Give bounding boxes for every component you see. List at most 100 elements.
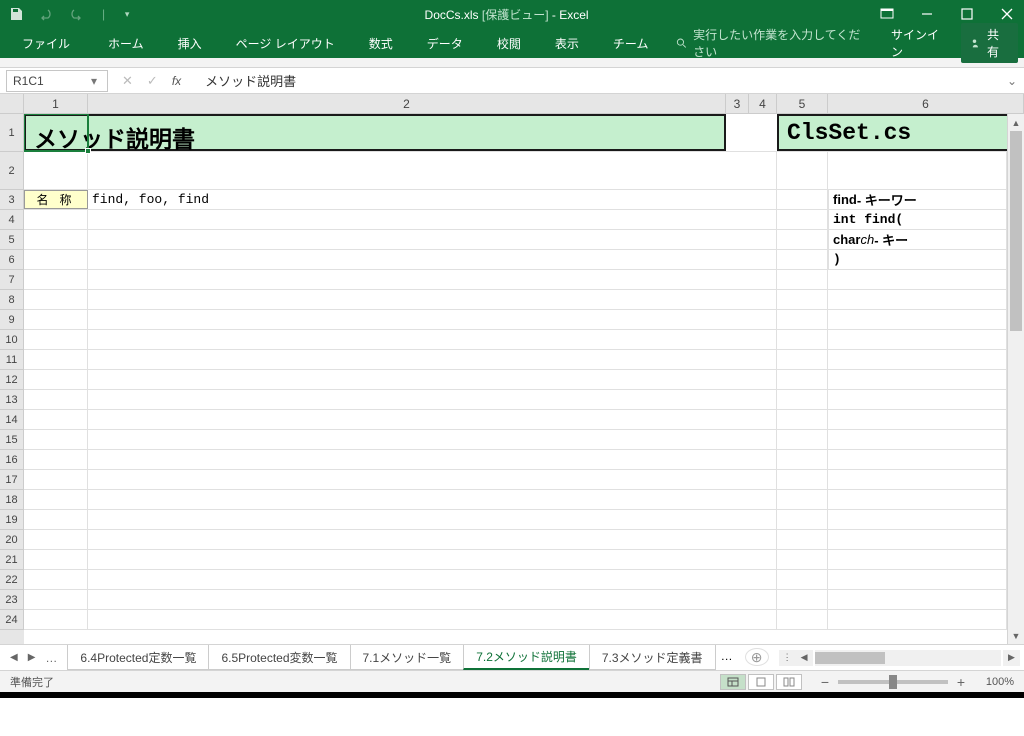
name-box-dropdown-icon[interactable]: ▾	[87, 74, 101, 88]
cell[interactable]	[828, 430, 1007, 449]
cell[interactable]	[828, 450, 1007, 469]
cell[interactable]	[24, 430, 88, 449]
tell-me-search[interactable]: 実行したい作業を入力してください	[666, 26, 873, 60]
tab-overflow-right[interactable]: …	[715, 645, 739, 670]
cell[interactable]	[777, 430, 828, 449]
col-header-4[interactable]: 4	[749, 94, 777, 113]
cell[interactable]	[777, 490, 828, 509]
new-sheet-button[interactable]: ⊕	[745, 648, 769, 666]
cell[interactable]	[777, 550, 828, 569]
scroll-left-icon[interactable]: ◀	[796, 650, 813, 666]
cell[interactable]	[777, 230, 828, 249]
name-box[interactable]: R1C1 ▾	[6, 70, 108, 92]
col-header-6[interactable]: 6	[828, 94, 1024, 113]
cell[interactable]	[828, 390, 1007, 409]
cell[interactable]	[24, 270, 88, 289]
cell[interactable]	[88, 390, 777, 409]
row-header[interactable]: 4	[0, 210, 24, 230]
cell[interactable]	[24, 570, 88, 589]
cell[interactable]	[777, 210, 828, 229]
name-label-cell[interactable]: 名 称	[24, 190, 88, 209]
cell[interactable]	[88, 590, 777, 609]
cell[interactable]	[777, 350, 828, 369]
save-icon[interactable]	[8, 6, 24, 22]
cell[interactable]	[24, 210, 88, 229]
cell[interactable]	[777, 590, 828, 609]
ribbon-tab-data[interactable]: データ	[411, 31, 479, 56]
row-header[interactable]: 18	[0, 490, 24, 510]
ribbon-tab-page-layout[interactable]: ページ レイアウト	[220, 31, 351, 56]
sheet-tab[interactable]: 7.3メソッド定義書	[589, 645, 716, 670]
row-header[interactable]: 9	[0, 310, 24, 330]
enter-formula-icon[interactable]: ✓	[147, 73, 158, 89]
cell[interactable]	[777, 330, 828, 349]
row-header[interactable]: 22	[0, 570, 24, 590]
row-header[interactable]: 6	[0, 250, 24, 270]
view-page-break-button[interactable]	[776, 674, 802, 690]
sheet-tab[interactable]: 7.1メソッド一覧	[350, 645, 465, 670]
col-header-3[interactable]: 3	[726, 94, 749, 113]
cell[interactable]	[828, 590, 1007, 609]
zoom-in-button[interactable]: +	[954, 674, 968, 690]
cell[interactable]	[88, 210, 777, 229]
row-header[interactable]: 2	[0, 152, 24, 190]
tab-scroll-left-icon[interactable]: ◀	[10, 652, 18, 663]
cell[interactable]	[828, 530, 1007, 549]
cell[interactable]	[777, 250, 828, 269]
cell[interactable]	[24, 290, 88, 309]
sheet-tab[interactable]: 6.5Protected変数一覧	[208, 645, 350, 670]
ribbon-tab-team[interactable]: チーム	[597, 31, 665, 56]
cell[interactable]	[88, 152, 777, 189]
cell[interactable]	[777, 370, 828, 389]
cell[interactable]	[24, 410, 88, 429]
cell[interactable]	[24, 450, 88, 469]
close-button[interactable]	[998, 5, 1016, 23]
row-header[interactable]: 1	[0, 114, 24, 152]
row-header[interactable]: 8	[0, 290, 24, 310]
row-header[interactable]: 5	[0, 230, 24, 250]
select-all-corner[interactable]	[0, 94, 24, 113]
cell[interactable]	[726, 114, 777, 151]
zoom-slider[interactable]	[838, 680, 948, 684]
cell[interactable]	[88, 550, 777, 569]
tab-scroll-right-icon[interactable]: ▶	[28, 652, 36, 663]
row-header[interactable]: 17	[0, 470, 24, 490]
col-header-5[interactable]: 5	[777, 94, 828, 113]
cell[interactable]	[88, 250, 777, 269]
ribbon-tab-view[interactable]: 表示	[539, 31, 595, 56]
filename-title-cell[interactable]: ClsSet.cs	[777, 114, 1007, 151]
cell[interactable]	[828, 330, 1007, 349]
scroll-right-icon[interactable]: ▶	[1003, 650, 1020, 666]
row-header[interactable]: 20	[0, 530, 24, 550]
vertical-scroll-thumb[interactable]	[1010, 131, 1022, 331]
tab-overflow-left[interactable]: …	[45, 651, 57, 665]
scroll-down-icon[interactable]: ▼	[1008, 627, 1024, 644]
cell[interactable]	[88, 570, 777, 589]
cell[interactable]	[777, 390, 828, 409]
cell[interactable]	[828, 510, 1007, 529]
cell[interactable]	[828, 570, 1007, 589]
row-header[interactable]: 14	[0, 410, 24, 430]
cell[interactable]	[24, 310, 88, 329]
cell[interactable]	[777, 530, 828, 549]
row-header[interactable]: 7	[0, 270, 24, 290]
cell[interactable]	[88, 290, 777, 309]
cell[interactable]	[777, 410, 828, 429]
cell[interactable]	[777, 310, 828, 329]
cell[interactable]	[828, 290, 1007, 309]
cell[interactable]	[88, 490, 777, 509]
cell[interactable]	[88, 510, 777, 529]
row-header[interactable]: 24	[0, 610, 24, 630]
cell[interactable]	[88, 350, 777, 369]
cell[interactable]	[88, 230, 777, 249]
cell[interactable]	[828, 152, 1007, 189]
cells-area[interactable]: メソッド説明書 ClsSet.cs 名 称 find, foo, find fi…	[24, 114, 1007, 644]
cell[interactable]	[88, 470, 777, 489]
horizontal-scroll-thumb[interactable]	[815, 652, 885, 664]
cell[interactable]	[828, 550, 1007, 569]
qat-customize-icon[interactable]: ▾	[119, 6, 135, 22]
cell[interactable]	[88, 270, 777, 289]
row-header[interactable]: 3	[0, 190, 24, 210]
cell[interactable]	[777, 570, 828, 589]
vertical-scrollbar[interactable]: ▲ ▼	[1007, 114, 1024, 644]
